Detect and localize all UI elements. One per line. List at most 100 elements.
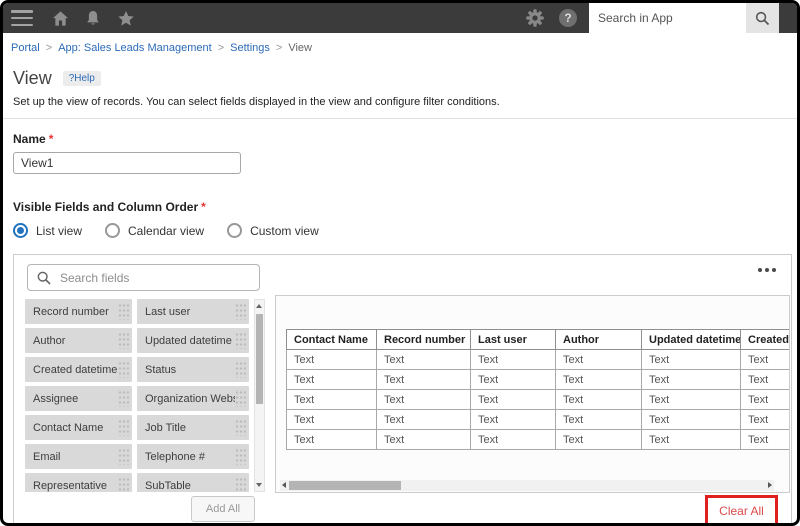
breadcrumb-separator: > (217, 42, 225, 54)
preview-table-body: Text Text Text Text Text Text Text Text Text Text… (286, 349, 789, 450)
field-item[interactable]: Created datetime (25, 357, 132, 382)
options-menu-icon[interactable] (758, 268, 776, 272)
gear-icon[interactable] (525, 8, 545, 28)
table-cell: Text (376, 409, 471, 430)
search-fields-input[interactable] (60, 270, 251, 285)
drag-handle-icon[interactable] (118, 419, 129, 436)
field-item-label: Telephone # (145, 450, 205, 463)
drag-handle-icon[interactable] (118, 390, 129, 407)
drag-handle-icon[interactable] (235, 332, 246, 349)
home-icon[interactable] (50, 8, 70, 28)
breadcrumb-item[interactable]: Settings (230, 42, 270, 54)
hamburger-menu-icon[interactable] (11, 10, 33, 26)
field-item-label: SubTable (145, 479, 191, 492)
drag-handle-icon[interactable] (235, 419, 246, 436)
table-cell: Text (286, 349, 377, 370)
preview-table: Contact Name Record number Last user Author… (286, 329, 789, 450)
breadcrumb-item[interactable]: Portal (11, 42, 40, 54)
required-mark: * (48, 132, 54, 146)
radio-calendar-view[interactable]: Calendar view (105, 223, 204, 238)
radio-label: Custom view (250, 223, 319, 238)
app-search-input[interactable] (589, 3, 746, 33)
column-header: Contact Name (286, 329, 377, 350)
field-item[interactable]: Updated datetime (137, 328, 249, 353)
drag-handle-icon[interactable] (235, 361, 246, 378)
help-icon[interactable]: ? (559, 9, 577, 27)
radio-list-view[interactable]: List view (13, 223, 82, 238)
required-mark: * (201, 200, 206, 214)
table-cell: Text (641, 429, 741, 450)
star-icon[interactable] (116, 8, 136, 28)
help-link[interactable]: ?Help (62, 71, 101, 86)
divider (3, 118, 797, 119)
radio-icon (105, 223, 121, 238)
table-cell: Text (376, 349, 471, 370)
table-cell: Text (470, 429, 556, 450)
table-row: Text Text Text Text Text Text (286, 429, 789, 450)
app-search-button[interactable] (746, 3, 779, 33)
view-name-input[interactable] (13, 152, 241, 174)
field-picker-panel: Record numberLast userAuthorUpdated date… (13, 254, 792, 523)
breadcrumb-item[interactable]: App: Sales Leads Management (58, 42, 212, 54)
field-item[interactable]: Organization Website (137, 386, 249, 411)
drag-handle-icon[interactable] (235, 390, 246, 407)
bell-icon[interactable] (83, 8, 103, 28)
page-title: View (13, 68, 52, 88)
preview-hscrollbar[interactable] (280, 480, 774, 491)
scroll-up-icon[interactable] (256, 304, 262, 308)
table-cell: Text (740, 429, 789, 450)
radio-label: Calendar view (128, 223, 205, 238)
radio-icon (227, 223, 243, 238)
scroll-left-icon[interactable] (282, 482, 286, 488)
clear-all-annotation-box: Clear All (705, 495, 778, 523)
search-fields-box (27, 264, 260, 291)
scrollbar-thumb[interactable] (256, 314, 263, 404)
drag-handle-icon[interactable] (235, 477, 246, 492)
title-row: View ?Help (13, 68, 787, 89)
field-item[interactable]: Representative (25, 473, 132, 492)
drag-handle-icon[interactable] (118, 361, 129, 378)
table-cell: Text (641, 369, 741, 390)
field-item-label: Organization Website (145, 392, 235, 405)
radio-custom-view[interactable]: Custom view (227, 223, 319, 238)
column-header: Author (555, 329, 642, 350)
drag-handle-icon[interactable] (118, 448, 129, 465)
drag-handle-icon[interactable] (118, 477, 129, 492)
radio-label: List view (36, 223, 83, 238)
field-item[interactable]: Contact Name (25, 415, 132, 440)
table-cell: Text (470, 389, 556, 410)
table-cell: Text (740, 409, 789, 430)
table-row: Text Text Text Text Text Text (286, 369, 789, 390)
drag-handle-icon[interactable] (235, 448, 246, 465)
field-item-label: Record number (33, 305, 109, 318)
field-item[interactable]: Status (137, 357, 249, 382)
field-item[interactable]: Author (25, 328, 132, 353)
table-cell: Text (376, 389, 471, 410)
add-all-button[interactable]: Add All (191, 496, 255, 522)
field-item[interactable]: Record number (25, 299, 132, 324)
scroll-down-icon[interactable] (256, 483, 262, 487)
scroll-right-icon[interactable] (768, 482, 772, 488)
hscrollbar-thumb[interactable] (289, 481, 401, 490)
drag-handle-icon[interactable] (235, 303, 246, 320)
breadcrumb: Portal > App: Sales Leads Management > Setti… (3, 33, 797, 61)
name-label: Name * (13, 132, 787, 146)
column-header: Last user (470, 329, 556, 350)
app-window: ? Portal > App: Sales Leads Management > Set… (0, 0, 800, 526)
field-item[interactable]: Job Title (137, 415, 249, 440)
field-item-label: Representative (33, 479, 107, 492)
clear-all-button[interactable]: Clear All (719, 504, 764, 518)
field-item[interactable]: SubTable (137, 473, 249, 492)
table-cell: Text (740, 389, 789, 410)
field-item[interactable]: Email (25, 444, 132, 469)
table-cell: Text (286, 369, 377, 390)
view-type-radiogroup: List view Calendar view Custom view (13, 223, 787, 238)
field-list-scrollbar[interactable] (254, 299, 265, 492)
field-item[interactable]: Last user (137, 299, 249, 324)
table-cell: Text (376, 369, 471, 390)
field-item[interactable]: Assignee (25, 386, 132, 411)
field-item[interactable]: Telephone # (137, 444, 249, 469)
drag-handle-icon[interactable] (118, 303, 129, 320)
drag-handle-icon[interactable] (118, 332, 129, 349)
radio-icon (13, 223, 28, 238)
